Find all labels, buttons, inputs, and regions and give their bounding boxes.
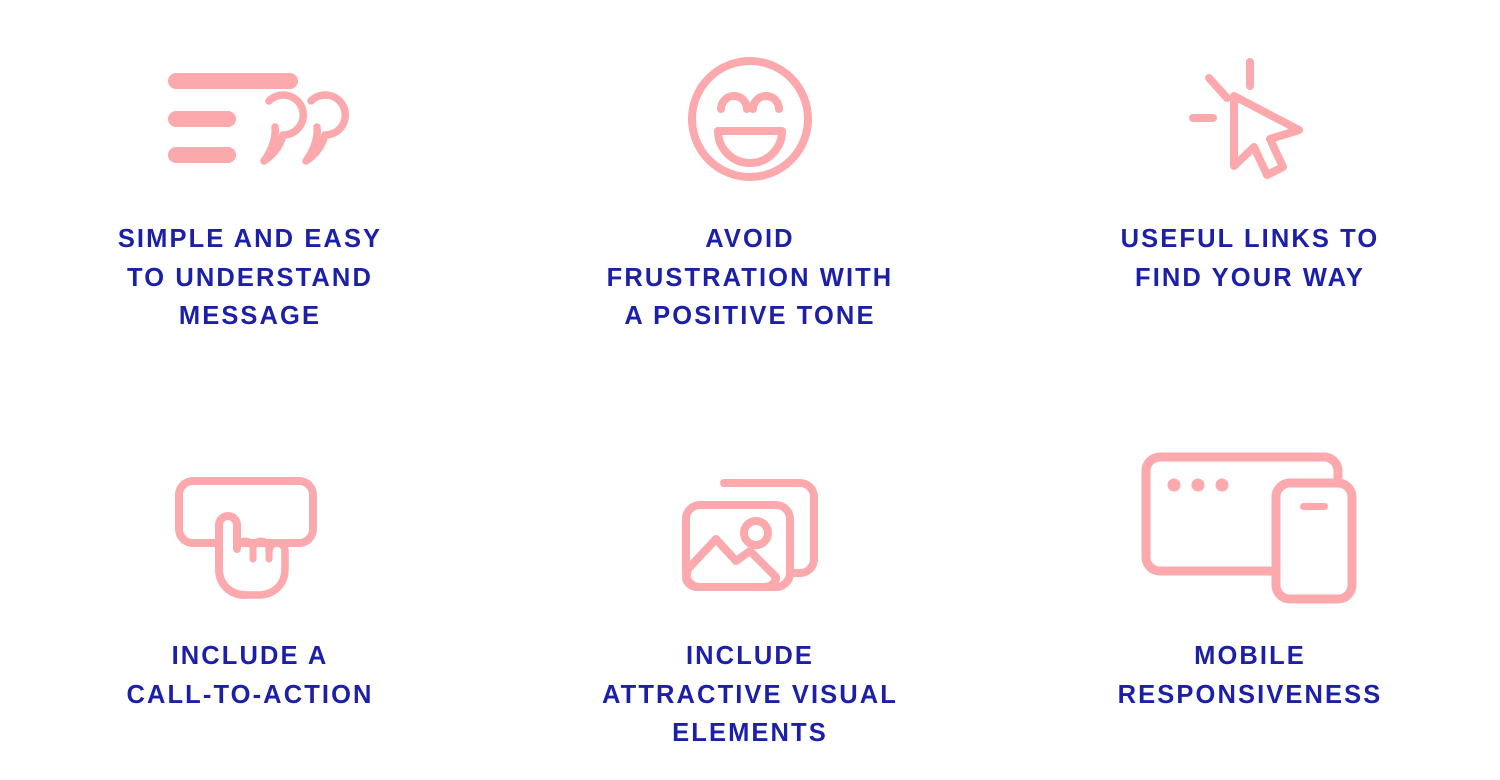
- click-cursor-icon: [1187, 44, 1313, 194]
- feature-card-visual-elements: INCLUDE ATTRACTIVE VISUAL ELEMENTS: [500, 390, 1000, 780]
- button-click-hand-icon: [175, 430, 325, 615]
- feature-caption: SIMPLE AND EASY TO UNDERSTAND MESSAGE: [117, 225, 383, 330]
- features-grid: SIMPLE AND EASY TO UNDERSTAND MESSAGE AV…: [0, 0, 1500, 780]
- feature-caption: INCLUDE ATTRACTIVE VISUAL ELEMENTS: [602, 642, 898, 747]
- feature-card-positive-tone: AVOID FRUSTRATION WITH A POSITIVE TONE: [500, 0, 1000, 390]
- text-lines-quote-icon: [165, 44, 350, 194]
- smiling-face-icon: [686, 44, 814, 194]
- feature-caption: AVOID FRUSTRATION WITH A POSITIVE TONE: [606, 225, 894, 330]
- feature-caption: USEFUL LINKS TO FIND YOUR WAY: [1120, 225, 1380, 292]
- feature-caption: INCLUDE A CALL-TO-ACTION: [126, 642, 374, 709]
- stacked-images-icon: [680, 430, 820, 615]
- feature-caption: MOBILE RESPONSIVENESS: [1117, 642, 1383, 709]
- feature-card-useful-links: USEFUL LINKS TO FIND YOUR WAY: [1000, 0, 1500, 390]
- feature-card-call-to-action: INCLUDE A CALL-TO-ACTION: [0, 390, 500, 780]
- browser-and-phone-icon: [1141, 430, 1358, 615]
- feature-card-simple-message: SIMPLE AND EASY TO UNDERSTAND MESSAGE: [0, 0, 500, 390]
- feature-card-mobile-responsiveness: MOBILE RESPONSIVENESS: [1000, 390, 1500, 780]
